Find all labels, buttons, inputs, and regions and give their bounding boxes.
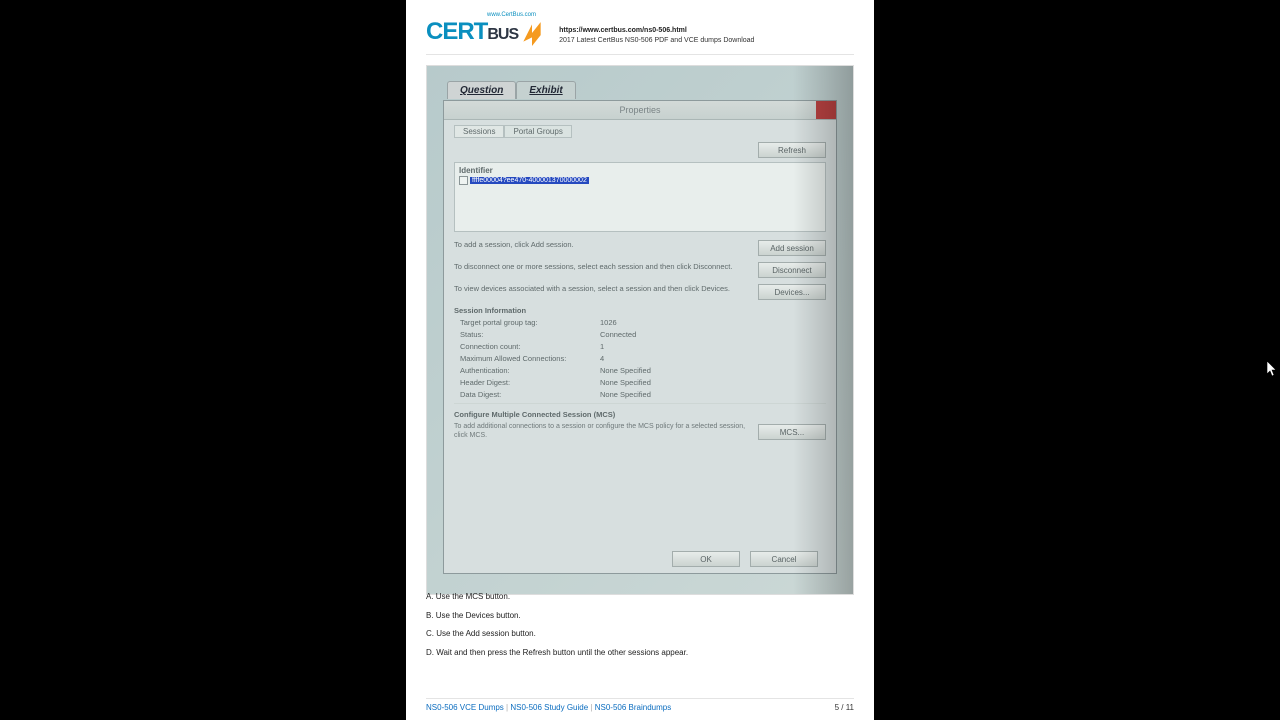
identifier-listbox[interactable]: Identifier ffffe00004?ee470-400001370000… [454,162,826,232]
logo-text: CERTBUS [426,18,518,46]
kv-row: Header Digest:None Specified [454,378,826,387]
kv-row: Connection count:1 [454,342,826,351]
page-number: 5 / 11 [835,703,854,712]
checkbox-icon[interactable] [459,176,468,185]
add-session-row: To add a session, click Add session. Add… [454,240,826,256]
answer-c: C. Use the Add session button. [426,627,854,641]
logo: www.CertBus.com CERTBUS [426,12,545,46]
close-icon[interactable] [816,101,836,119]
mcs-text: To add additional connections to a sessi… [454,422,748,440]
mcs-button[interactable]: MCS... [758,424,826,440]
identifier-header: Identifier [459,166,821,175]
link-braindumps[interactable]: NS0-506 Braindumps [595,703,671,712]
ok-button[interactable]: OK [672,551,740,567]
cancel-button[interactable]: Cancel [750,551,818,567]
tab-sessions[interactable]: Sessions [454,125,504,138]
footer-links: NS0-506 VCE Dumps | NS0-506 Study Guide … [426,703,671,712]
dialog-footer: OK Cancel [444,545,836,573]
link-vce-dumps[interactable]: NS0-506 VCE Dumps [426,703,504,712]
dialog-body: Sessions Portal Groups Refresh Identifie… [444,119,836,539]
dialog-titlebar: Properties [444,101,836,120]
answer-a: A. Use the MCS button. [426,590,854,604]
header-info: https://www.certbus.com/ns0-506.html 201… [559,12,754,46]
header-divider [426,54,854,55]
refresh-button[interactable]: Refresh [758,142,826,158]
mcs-section: Configure Multiple Connected Session (MC… [454,403,826,440]
document-page: www.CertBus.com CERTBUS https://www.cert… [406,0,874,720]
kv-row: Status:Connected [454,330,826,339]
devices-button[interactable]: Devices... [758,284,826,300]
disconnect-row: To disconnect one or more sessions, sele… [454,262,826,278]
refresh-row: Refresh [454,142,826,158]
answer-d: D. Wait and then press the Refresh butto… [426,646,854,660]
kv-row: Target portal group tag:1026 [454,318,826,327]
cursor-icon [1266,360,1278,378]
identifier-value: ffffe00004?ee470-400001370000002 [470,177,589,184]
devices-row: To view devices associated with a sessio… [454,284,826,300]
answer-options: A. Use the MCS button. B. Use the Device… [426,590,854,664]
disconnect-button[interactable]: Disconnect [758,262,826,278]
mcs-header: Configure Multiple Connected Session (MC… [454,410,826,419]
tab-question[interactable]: Question [447,81,516,99]
mcs-row: To add additional connections to a sessi… [454,422,826,440]
arrow-icon [519,20,545,46]
page-header: www.CertBus.com CERTBUS https://www.cert… [426,0,854,46]
logo-row: CERTBUS [426,18,545,46]
outer-tabs: Question Exhibit [447,81,576,99]
exhibit-screenshot: Question Exhibit Properties Sessions Por… [426,65,854,595]
answer-b: B. Use the Devices button. [426,609,854,623]
header-desc: 2017 Latest CertBus NS0-506 PDF and VCE … [559,36,754,46]
inner-tabs: Sessions Portal Groups [454,125,826,138]
link-study-guide[interactable]: NS0-506 Study Guide [510,703,588,712]
tab-portal-groups[interactable]: Portal Groups [504,125,571,138]
header-url: https://www.certbus.com/ns0-506.html [559,26,754,36]
list-item[interactable]: ffffe00004?ee470-400001370000002 [459,176,821,185]
tab-exhibit[interactable]: Exhibit [516,81,575,99]
kv-row: Authentication:None Specified [454,366,826,375]
disconnect-text: To disconnect one or more sessions, sele… [454,262,750,272]
devices-text: To view devices associated with a sessio… [454,284,750,294]
add-session-text: To add a session, click Add session. [454,240,750,250]
kv-row: Maximum Allowed Connections:4 [454,354,826,363]
dialog-title: Properties [619,105,660,115]
add-session-button[interactable]: Add session [758,240,826,256]
kv-row: Data Digest:None Specified [454,390,826,399]
page-footer: NS0-506 VCE Dumps | NS0-506 Study Guide … [426,698,854,712]
session-info-header: Session Information [454,306,826,315]
properties-dialog: Properties Sessions Portal Groups Refres… [443,100,837,574]
